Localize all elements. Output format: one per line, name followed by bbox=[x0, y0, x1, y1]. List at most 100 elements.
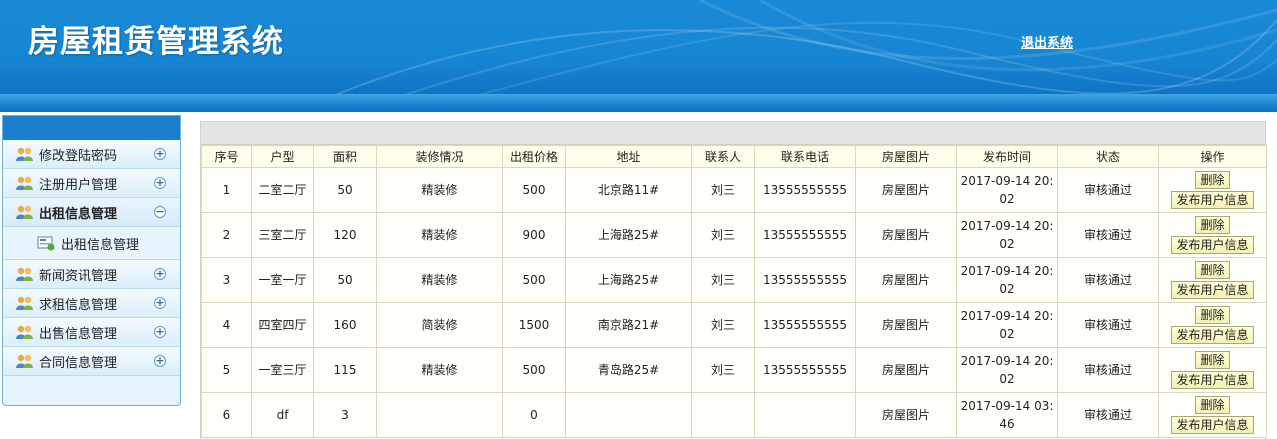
delete-button[interactable]: 删除 bbox=[1195, 171, 1230, 189]
delete-button[interactable]: 删除 bbox=[1195, 306, 1230, 324]
column-header: 状态 bbox=[1057, 145, 1159, 168]
cell-image[interactable]: 房屋图片 bbox=[855, 392, 957, 438]
document-icon bbox=[37, 236, 55, 251]
publish-user-info-button[interactable]: 发布用户信息 bbox=[1171, 371, 1254, 389]
cell-time: 2017-09-14 20:02 bbox=[956, 302, 1058, 348]
cell-status: 审核通过 bbox=[1057, 302, 1159, 348]
column-header: 户型 bbox=[251, 145, 314, 168]
cell-price: 0 bbox=[502, 392, 566, 438]
expand-icon[interactable]: + bbox=[154, 355, 166, 367]
cell-time: 2017-09-14 20:02 bbox=[956, 257, 1058, 303]
cell-phone: 13555555555 bbox=[754, 347, 856, 393]
cell-type: 二室二厅 bbox=[251, 167, 314, 213]
cell-type: 一室一厅 bbox=[251, 257, 314, 303]
cell-status: 审核通过 bbox=[1057, 347, 1159, 393]
table-row: 5 一室三厅 115 精装修 500 青岛路25# 刘三 13555555555 房屋图片 201… bbox=[201, 347, 1267, 393]
cell-contact: 刘三 bbox=[691, 302, 755, 348]
cell-actions: 删除 发布用户信息 bbox=[1158, 257, 1267, 303]
sidebar-item-label: 修改登陆密码 bbox=[39, 148, 118, 164]
cell-type: 三室二厅 bbox=[251, 212, 314, 258]
cell-phone: 13555555555 bbox=[754, 302, 856, 348]
publish-user-info-button[interactable]: 发布用户信息 bbox=[1171, 326, 1254, 344]
expand-icon[interactable]: + bbox=[154, 297, 166, 309]
delete-button[interactable]: 删除 bbox=[1195, 351, 1230, 369]
sidebar-item-label: 注册用户管理 bbox=[39, 177, 118, 193]
sidebar-item-rental-management[interactable]: 出租信息管理 − bbox=[3, 198, 180, 227]
cell-phone bbox=[754, 392, 856, 438]
cell-id: 4 bbox=[201, 302, 252, 348]
publish-user-info-button[interactable]: 发布用户信息 bbox=[1171, 281, 1254, 299]
expand-icon[interactable]: + bbox=[154, 148, 166, 160]
cell-actions: 删除 发布用户信息 bbox=[1158, 392, 1267, 438]
users-icon bbox=[16, 205, 33, 219]
cell-price: 900 bbox=[502, 212, 566, 258]
actions-group: 删除 发布用户信息 bbox=[1159, 350, 1266, 390]
expand-icon[interactable]: + bbox=[154, 326, 166, 338]
cell-actions: 删除 发布用户信息 bbox=[1158, 302, 1267, 348]
logout-link[interactable]: 退出系统 bbox=[1021, 32, 1073, 51]
cell-contact: 刘三 bbox=[691, 212, 755, 258]
cell-actions: 删除 发布用户信息 bbox=[1158, 167, 1267, 213]
cell-id: 2 bbox=[201, 212, 252, 258]
cell-image[interactable]: 房屋图片 bbox=[855, 257, 957, 303]
actions-group: 删除 发布用户信息 bbox=[1159, 215, 1266, 255]
cell-area: 50 bbox=[313, 167, 377, 213]
users-icon bbox=[16, 296, 33, 310]
publish-user-info-button[interactable]: 发布用户信息 bbox=[1171, 191, 1254, 209]
publish-user-info-button[interactable]: 发布用户信息 bbox=[1171, 236, 1254, 254]
cell-image[interactable]: 房屋图片 bbox=[855, 212, 957, 258]
sidebar-item-user-management[interactable]: 注册用户管理 + bbox=[3, 169, 180, 198]
collapse-icon[interactable]: − bbox=[154, 206, 166, 218]
cell-area: 160 bbox=[313, 302, 377, 348]
column-header: 出租价格 bbox=[502, 145, 566, 168]
delete-button[interactable]: 删除 bbox=[1195, 216, 1230, 234]
cell-time: 2017-09-14 03:46 bbox=[956, 392, 1058, 438]
cell-area: 3 bbox=[313, 392, 377, 438]
users-icon bbox=[16, 354, 33, 368]
column-header: 发布时间 bbox=[956, 145, 1058, 168]
cell-price: 500 bbox=[502, 257, 566, 303]
header-band bbox=[0, 94, 1277, 112]
cell-decor bbox=[376, 392, 503, 438]
cell-status: 审核通过 bbox=[1057, 212, 1159, 258]
cell-image[interactable]: 房屋图片 bbox=[855, 302, 957, 348]
cell-status: 审核通过 bbox=[1057, 392, 1159, 438]
cell-address bbox=[565, 392, 692, 438]
cell-id: 6 bbox=[201, 392, 252, 438]
rental-table: 序号 户型 面积 装修情况 出租价格 地址 联系人 联系电话 房屋图片 发布时间… bbox=[201, 145, 1267, 438]
actions-group: 删除 发布用户信息 bbox=[1159, 305, 1266, 345]
cell-address: 上海路25# bbox=[565, 212, 692, 258]
column-header: 装修情况 bbox=[376, 145, 503, 168]
cell-image[interactable]: 房屋图片 bbox=[855, 347, 957, 393]
cell-area: 115 bbox=[313, 347, 377, 393]
submenu-rental-management[interactable]: 出租信息管理 bbox=[3, 227, 180, 260]
cell-area: 120 bbox=[313, 212, 377, 258]
table-row: 3 一室一厅 50 精装修 500 上海路25# 刘三 13555555555 房屋图片 2017… bbox=[201, 257, 1267, 303]
sidebar-item-label: 合同信息管理 bbox=[39, 355, 118, 371]
sidebar-header bbox=[3, 116, 180, 140]
cell-actions: 删除 发布用户信息 bbox=[1158, 212, 1267, 258]
delete-button[interactable]: 删除 bbox=[1195, 261, 1230, 279]
sidebar-item-contract-management[interactable]: 合同信息管理 + bbox=[3, 347, 180, 376]
users-icon bbox=[16, 147, 33, 161]
expand-icon[interactable]: + bbox=[154, 268, 166, 280]
table-row: 2 三室二厅 120 精装修 900 上海路25# 刘三 13555555555 房屋图片 201… bbox=[201, 212, 1267, 258]
main-panel: 序号 户型 面积 装修情况 出租价格 地址 联系人 联系电话 房屋图片 发布时间… bbox=[200, 121, 1267, 439]
header-banner: 房屋租赁管理系统 退出系统 bbox=[0, 0, 1277, 112]
cell-time: 2017-09-14 20:02 bbox=[956, 212, 1058, 258]
sidebar-item-sale-management[interactable]: 出售信息管理 + bbox=[3, 318, 180, 347]
sidebar-item-news-management[interactable]: 新闻资讯管理 + bbox=[3, 260, 180, 289]
cell-image[interactable]: 房屋图片 bbox=[855, 167, 957, 213]
sidebar: 修改登陆密码 + 注册用户管理 + 出租信息管理 − 出租信息管理 新闻资讯管理… bbox=[2, 115, 181, 406]
cell-area: 50 bbox=[313, 257, 377, 303]
sidebar-item-wanted-management[interactable]: 求租信息管理 + bbox=[3, 289, 180, 318]
sidebar-item-label: 出售信息管理 bbox=[39, 326, 118, 342]
publish-user-info-button[interactable]: 发布用户信息 bbox=[1171, 416, 1254, 434]
cell-decor: 精装修 bbox=[376, 257, 503, 303]
delete-button[interactable]: 删除 bbox=[1195, 396, 1230, 414]
cell-contact: 刘三 bbox=[691, 347, 755, 393]
cell-address: 上海路25# bbox=[565, 257, 692, 303]
sidebar-item-change-password[interactable]: 修改登陆密码 + bbox=[3, 140, 180, 169]
expand-icon[interactable]: + bbox=[154, 177, 166, 189]
cell-status: 审核通过 bbox=[1057, 167, 1159, 213]
